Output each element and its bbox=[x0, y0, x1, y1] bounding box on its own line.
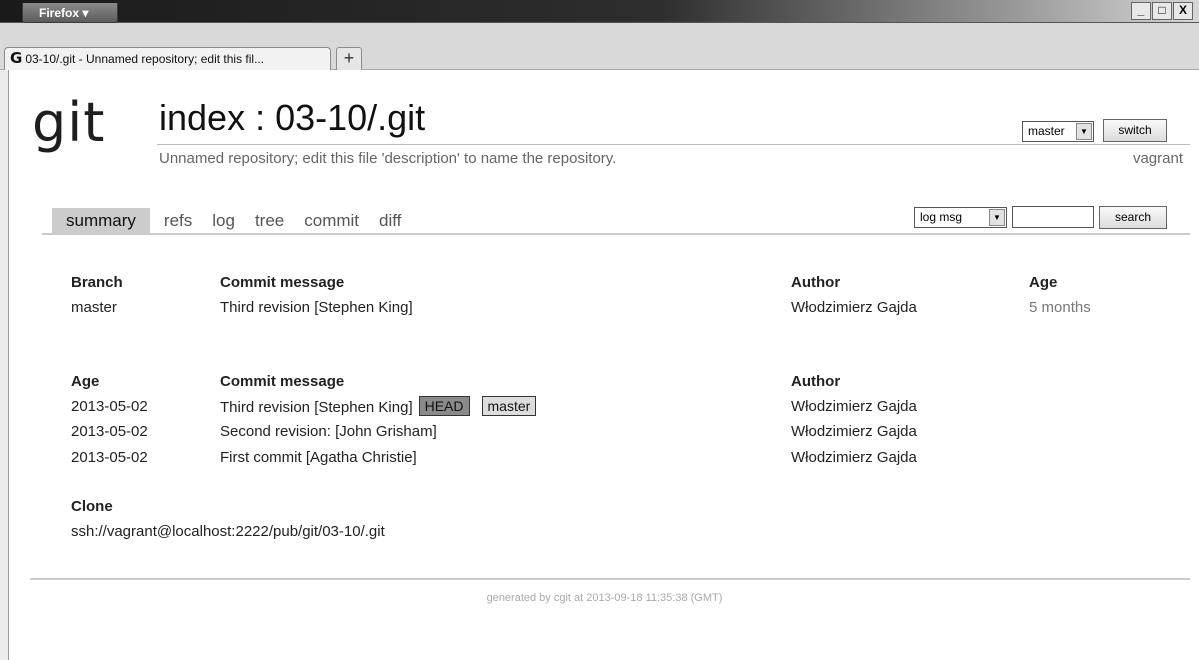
firefox-menu-button[interactable]: Firefox ▾ bbox=[22, 3, 118, 23]
branch-select[interactable]: master ▼ bbox=[1022, 121, 1094, 142]
branch-commit-message[interactable]: Third revision [Stephen King] bbox=[220, 299, 413, 316]
commit-author: Włodzimierz Gajda bbox=[791, 423, 917, 440]
clone-header: Clone bbox=[71, 498, 113, 515]
close-icon[interactable]: X bbox=[1173, 2, 1193, 20]
cgit-page: git index : 03-10/.git Unnamed repositor… bbox=[10, 71, 1199, 660]
commit-age: 2013-05-02 bbox=[71, 449, 148, 466]
commit-message-header: Commit message bbox=[220, 373, 345, 390]
maximize-icon[interactable]: □ bbox=[1152, 2, 1172, 20]
window-left-edge bbox=[0, 70, 9, 660]
tab-tree[interactable]: tree bbox=[255, 208, 284, 234]
new-tab-button[interactable]: + bbox=[336, 47, 362, 70]
tab-log[interactable]: log bbox=[212, 208, 235, 234]
tab-diff[interactable]: diff bbox=[379, 208, 401, 234]
dropdown-arrow-icon[interactable]: ▼ bbox=[1076, 123, 1092, 140]
commit-message[interactable]: First commit [Agatha Christie] bbox=[220, 449, 417, 466]
branch-name[interactable]: master bbox=[71, 299, 117, 316]
branch-author: Włodzimierz Gajda bbox=[791, 299, 917, 316]
commit-author: Włodzimierz Gajda bbox=[791, 398, 917, 415]
tab-strip: G 03-10/.git - Unnamed repository; edit t… bbox=[0, 23, 1199, 70]
nav-tabs: summary refs log tree commit diff bbox=[52, 208, 421, 234]
commit-age-header: Age bbox=[71, 373, 100, 390]
tabs-divider bbox=[42, 233, 1190, 235]
cgit-favicon-icon: G bbox=[10, 49, 23, 67]
tab-refs[interactable]: refs bbox=[164, 208, 192, 234]
title-divider bbox=[157, 144, 1190, 145]
clone-url[interactable]: ssh://vagrant@localhost:2222/pub/git/03-… bbox=[71, 523, 385, 540]
tab-summary[interactable]: summary bbox=[52, 208, 150, 234]
commit-message-header: Commit message bbox=[220, 274, 345, 291]
search-mode-value: log msg bbox=[920, 210, 963, 224]
head-badge[interactable]: HEAD bbox=[418, 396, 470, 416]
browser-tab-title: 03-10/.git - Unnamed repository; edit th… bbox=[25, 52, 265, 66]
commit-author-header: Author bbox=[791, 373, 841, 390]
footer-text: generated by cgit at 2013-09-18 11:35:38… bbox=[486, 592, 723, 604]
search-mode-select[interactable]: log msg ▼ bbox=[914, 207, 1007, 228]
branch-header: Branch bbox=[71, 274, 123, 291]
tab-commit[interactable]: commit bbox=[304, 208, 359, 234]
switch-button[interactable]: switch bbox=[1103, 119, 1167, 142]
footer-divider bbox=[30, 578, 1190, 580]
minimize-icon[interactable]: _ bbox=[1131, 2, 1151, 20]
branch-select-value: master bbox=[1028, 124, 1065, 138]
commit-author: Włodzimierz Gajda bbox=[791, 449, 917, 466]
search-button[interactable]: search bbox=[1099, 206, 1167, 229]
git-logo[interactable]: git bbox=[32, 91, 105, 154]
title-bar: Firefox ▾ _ □ X bbox=[0, 0, 1199, 23]
branch-age: 5 months bbox=[1029, 299, 1091, 316]
dropdown-arrow-icon[interactable]: ▼ bbox=[989, 209, 1005, 226]
branch-badge[interactable]: master bbox=[481, 396, 537, 416]
repo-description: Unnamed repository; edit this file 'desc… bbox=[159, 150, 617, 167]
commit-age: 2013-05-02 bbox=[71, 398, 148, 415]
commit-message-cell: Third revision [Stephen King] HEAD master bbox=[220, 396, 537, 416]
repo-owner: vagrant bbox=[1132, 150, 1183, 167]
age-header: Age bbox=[1029, 274, 1058, 291]
commit-message[interactable]: Third revision [Stephen King] bbox=[220, 399, 413, 416]
page-title: index : 03-10/.git bbox=[159, 97, 426, 138]
browser-tab[interactable]: G 03-10/.git - Unnamed repository; edit t… bbox=[4, 47, 331, 70]
search-input[interactable] bbox=[1012, 206, 1094, 228]
commit-message[interactable]: Second revision: [John Grisham] bbox=[220, 423, 437, 440]
author-header: Author bbox=[791, 274, 841, 291]
commit-age: 2013-05-02 bbox=[71, 423, 148, 440]
